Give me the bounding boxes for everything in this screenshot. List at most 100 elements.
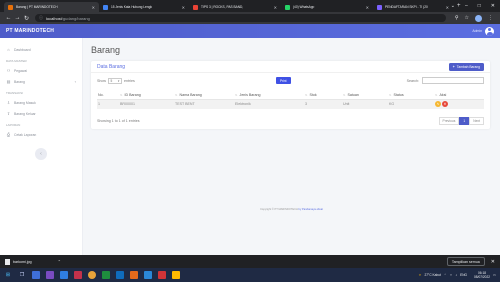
sidebar-item-barang[interactable]: ▤ Barang ‹ bbox=[0, 76, 82, 87]
sidebar-item-barang-masuk[interactable]: ⇩ Barang Masuk bbox=[0, 97, 82, 108]
user-menu[interactable]: Admin bbox=[472, 26, 494, 36]
close-tab-icon[interactable]: ✕ bbox=[366, 5, 369, 10]
close-downloads-icon[interactable]: ✕ bbox=[491, 259, 495, 265]
browser-menu-icon[interactable]: ⋮ bbox=[488, 15, 493, 21]
site-info-icon[interactable]: ⓘ bbox=[39, 15, 43, 21]
tray-chevron-icon[interactable]: ⌃ bbox=[444, 273, 447, 277]
close-tab-icon[interactable]: ✕ bbox=[274, 5, 277, 10]
chrome-icon[interactable] bbox=[88, 271, 96, 279]
close-tab-icon[interactable]: ✕ bbox=[92, 5, 95, 10]
chevron-left-icon: ‹ bbox=[74, 79, 76, 84]
network-icon[interactable]: ⌔ bbox=[450, 273, 453, 278]
sidebar-item-barang-keluar[interactable]: ⇧ Barang Keluar bbox=[0, 108, 82, 119]
back-icon[interactable]: ← bbox=[4, 15, 13, 21]
add-barang-button[interactable]: + Tambah Barang bbox=[448, 62, 484, 71]
sidebar-item-label: Barang Masuk bbox=[14, 100, 36, 105]
sidebar-section-transaksi: TRANSAKSI bbox=[6, 91, 24, 95]
app-icon-1[interactable] bbox=[32, 271, 40, 279]
tab-favicon-icon bbox=[103, 4, 108, 10]
card-title: Data Barang bbox=[97, 63, 126, 70]
app-icon-10[interactable] bbox=[172, 271, 180, 279]
sort-icon: ⇅ bbox=[389, 92, 392, 97]
notification-icon[interactable]: ▭ bbox=[493, 273, 496, 277]
forward-icon[interactable]: → bbox=[13, 15, 22, 21]
col-header[interactable]: ⇅ Stok bbox=[304, 91, 342, 100]
table-tools: Show 5 ▾ entries Print Search: bbox=[97, 77, 484, 85]
tab-search-icon[interactable]: ⌄ bbox=[446, 3, 460, 9]
table-info: Showing 1 to 1 of 1 entries bbox=[97, 119, 140, 123]
windows-start-icon[interactable]: ⊞ bbox=[4, 271, 12, 279]
close-tab-icon[interactable]: ✕ bbox=[182, 5, 185, 10]
browser-tab-skpi[interactable]: PENDAFTARAN SKPI - TI (20 ✕ bbox=[373, 2, 453, 12]
chevron-up-icon[interactable]: ⌃ bbox=[58, 259, 61, 264]
sidebar-item-pegawai[interactable]: ⚇ Pegawai bbox=[0, 65, 82, 76]
tab-favicon-icon bbox=[377, 4, 382, 10]
cell-id-barang: BR00001 bbox=[119, 99, 174, 109]
dashboard-icon: ⌂ bbox=[7, 47, 10, 52]
entries-select[interactable]: 5 ▾ bbox=[108, 78, 122, 84]
task-view-icon[interactable]: ❐ bbox=[18, 271, 26, 279]
col-header[interactable]: No. bbox=[97, 91, 119, 100]
pagination-previous[interactable]: Previous bbox=[438, 117, 460, 125]
footer-link[interactable]: by Pandamaya eltoat bbox=[299, 208, 323, 211]
browser-tab-kata-hubung[interactable]: 15 Jenis Kata Hubung Lengk ✕ bbox=[99, 2, 189, 12]
footer-copyright: Copyright © PT MARINDOTECH by Pandamaya … bbox=[260, 208, 323, 211]
browser-tab-youtube[interactable]: TIPS 3 | ROCKS, PAS BAND, ✕ bbox=[189, 2, 281, 12]
app-icon-9[interactable] bbox=[158, 271, 166, 279]
profile-avatar-icon[interactable] bbox=[475, 14, 482, 22]
app-icon-2[interactable] bbox=[46, 271, 54, 279]
minimize-button[interactable]: – bbox=[460, 3, 473, 9]
pagination: Previous 1 Next bbox=[438, 117, 484, 125]
col-header[interactable]: ⇅ Jenis Barang bbox=[234, 91, 304, 100]
col-header: ⇅ Aksi bbox=[434, 91, 484, 100]
language-indicator[interactable]: ENG bbox=[460, 273, 467, 277]
app-icon-3[interactable] bbox=[60, 271, 68, 279]
app-icon-5[interactable] bbox=[102, 271, 110, 279]
app-icon-4[interactable] bbox=[74, 271, 82, 279]
download-item[interactable]: barkomi.jpg bbox=[13, 260, 32, 264]
bookmark-star-icon[interactable]: ☆ bbox=[465, 15, 469, 21]
app-icon-6[interactable] bbox=[116, 271, 124, 279]
pagination-page-1[interactable]: 1 bbox=[459, 117, 470, 125]
browser-tab-whatsapp[interactable]: (40) WhatsApp ✕ bbox=[281, 2, 373, 12]
browser-tab-barang[interactable]: Barang | PT MARINDOTECH ✕ bbox=[4, 2, 99, 12]
sidebar-section-laporan: LAPORAN bbox=[6, 123, 21, 127]
browser-toolbar-right: ⚲ ☆ ⋮ bbox=[452, 14, 496, 22]
sidebar-item-cetak-laporan[interactable]: ⎙ Cetak Laporan bbox=[0, 129, 82, 140]
entries-label: entries bbox=[124, 79, 135, 83]
volume-icon[interactable]: ♪ bbox=[456, 273, 458, 277]
app-icon-7[interactable] bbox=[130, 271, 138, 279]
plus-icon: + bbox=[452, 64, 455, 69]
app-icon-8[interactable] bbox=[144, 271, 152, 279]
sidebar-toggle-button[interactable]: ‹ bbox=[35, 148, 47, 160]
pagination-next[interactable]: Next bbox=[469, 117, 484, 125]
col-header[interactable]: ⇅ Nama Barang bbox=[174, 91, 234, 100]
cell-aksi: ✎ ✕ bbox=[434, 99, 484, 109]
system-tray: ☀ 27°C Kabut ⌃ ⌔ ♪ ENG 06:18 08/07/2022 … bbox=[416, 271, 496, 279]
delete-icon[interactable]: ✕ bbox=[442, 101, 448, 108]
edit-icon[interactable]: ✎ bbox=[435, 101, 441, 108]
zoom-icon[interactable]: ⚲ bbox=[455, 15, 459, 21]
arrow-out-icon: ⇧ bbox=[6, 111, 11, 116]
arrow-in-icon: ⇩ bbox=[6, 100, 11, 105]
print-button[interactable]: Print bbox=[276, 77, 291, 84]
close-window-button[interactable]: ✕ bbox=[486, 3, 500, 9]
col-header[interactable]: ⇅ Satuan bbox=[342, 91, 388, 100]
search-input[interactable] bbox=[422, 77, 484, 84]
maximize-button[interactable]: □ bbox=[473, 3, 486, 9]
weather-icon[interactable]: ☀ bbox=[419, 273, 422, 277]
brand-logo[interactable]: PT MARINDOTECH bbox=[6, 28, 54, 34]
user-avatar-icon bbox=[485, 26, 494, 36]
show-all-downloads-button[interactable]: Tampilkan semua bbox=[446, 257, 485, 266]
clock[interactable]: 06:18 08/07/2022 bbox=[471, 271, 490, 279]
reload-icon[interactable]: ↻ bbox=[22, 15, 31, 22]
url-input[interactable]: ⓘ localhost /gudang/barang bbox=[35, 14, 446, 22]
col-header[interactable]: ⇅ Status bbox=[388, 91, 434, 100]
weather-text[interactable]: 27°C Kabut bbox=[425, 273, 441, 277]
url-host: localhost bbox=[46, 15, 62, 21]
chevron-down-icon: ▾ bbox=[117, 79, 120, 83]
sidebar-item-dashboard[interactable]: ⌂ Dashboard bbox=[0, 44, 82, 55]
tab-favicon-icon bbox=[285, 4, 290, 10]
sort-icon: ⇅ bbox=[175, 92, 178, 97]
col-header[interactable]: ⇅ ID Barang bbox=[119, 91, 174, 100]
